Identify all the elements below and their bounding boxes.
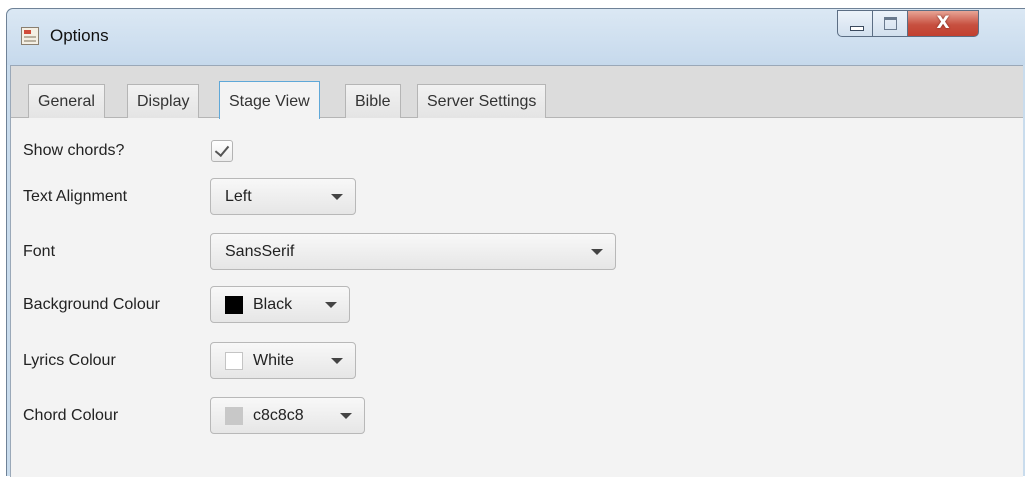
- chevron-down-icon: [325, 302, 337, 308]
- chord-colour-value: c8c8c8: [253, 407, 304, 424]
- tab-display[interactable]: Display: [127, 84, 200, 118]
- chevron-down-icon: [331, 358, 343, 364]
- chevron-down-icon: [591, 249, 603, 255]
- tab-stage-view[interactable]: Stage View: [219, 81, 320, 119]
- tab-bible[interactable]: Bible: [345, 84, 401, 118]
- window-title: Options: [50, 26, 109, 45]
- tab-server-settings[interactable]: Server Settings: [417, 84, 547, 118]
- show-chords-label: Show chords?: [23, 142, 125, 159]
- chord-colour-swatch: [225, 407, 243, 425]
- tab-strip: General Display Stage View Bible Server …: [11, 66, 1023, 119]
- options-window: Options X General Display Stage View Bib…: [6, 8, 1025, 477]
- chevron-down-icon: [331, 194, 343, 200]
- app-icon: [21, 27, 39, 45]
- close-button[interactable]: X: [908, 10, 979, 37]
- text-alignment-dropdown[interactable]: Left: [210, 178, 356, 215]
- text-alignment-value: Left: [225, 188, 252, 205]
- maximize-button[interactable]: [873, 10, 908, 37]
- lyrics-colour-picker[interactable]: White: [210, 342, 356, 379]
- lyrics-colour-label: Lyrics Colour: [23, 352, 116, 369]
- minimize-icon: [850, 26, 864, 31]
- font-value: SansSerif: [225, 243, 295, 260]
- checkmark-icon: [214, 141, 230, 158]
- background-colour-label: Background Colour: [23, 296, 160, 313]
- close-icon: X: [936, 13, 950, 33]
- options-content: General Display Stage View Bible Server …: [10, 65, 1023, 477]
- show-chords-checkbox[interactable]: [211, 140, 233, 162]
- text-alignment-label: Text Alignment: [23, 188, 128, 205]
- chevron-down-icon: [340, 413, 352, 419]
- font-label: Font: [23, 243, 56, 260]
- background-colour-value: Black: [253, 296, 293, 313]
- background-colour-picker[interactable]: Black: [210, 286, 350, 323]
- chord-colour-label: Chord Colour: [23, 407, 119, 424]
- maximize-icon: [884, 17, 897, 30]
- title-bar[interactable]: Options X: [7, 9, 1025, 65]
- chord-colour-picker[interactable]: c8c8c8: [210, 397, 365, 434]
- tab-general[interactable]: General: [28, 84, 105, 118]
- minimize-button[interactable]: [837, 10, 873, 37]
- lyrics-colour-value: White: [253, 352, 294, 369]
- font-dropdown[interactable]: SansSerif: [210, 233, 616, 270]
- lyrics-colour-swatch: [225, 352, 243, 370]
- background-colour-swatch: [225, 296, 243, 314]
